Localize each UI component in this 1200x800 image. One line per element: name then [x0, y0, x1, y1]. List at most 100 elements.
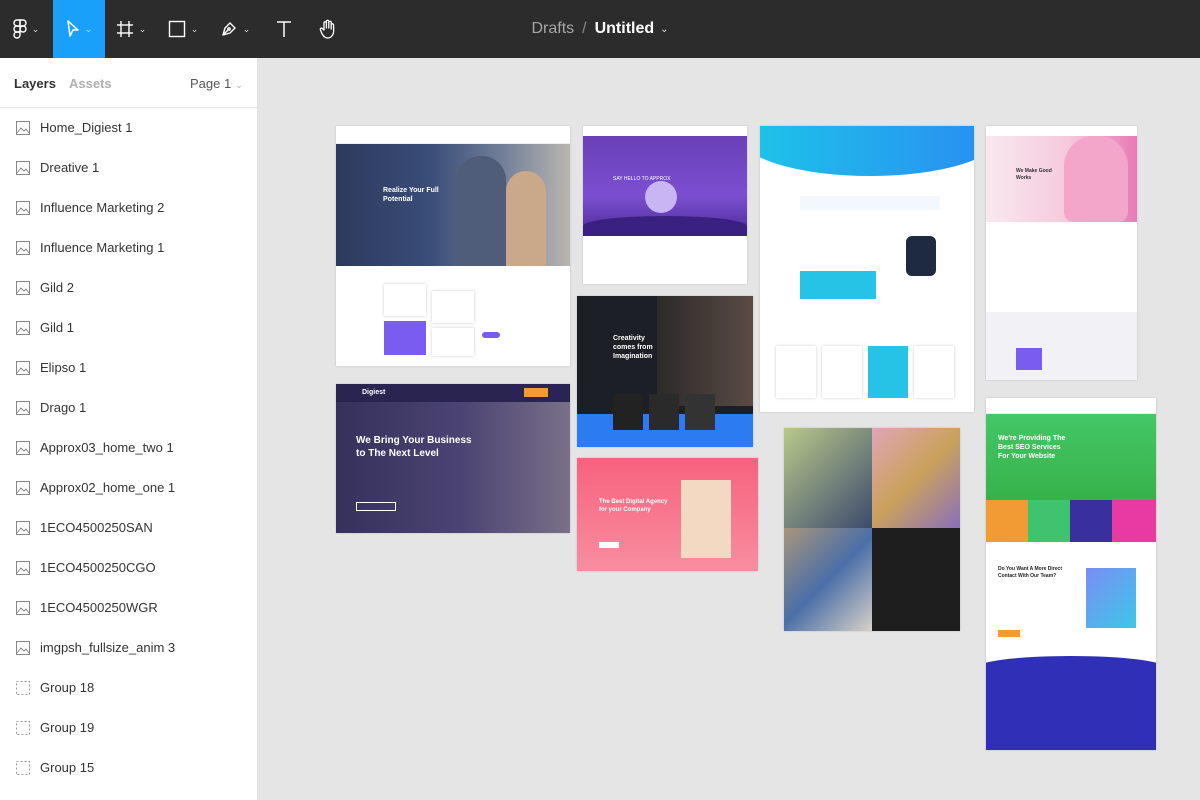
layer-item[interactable]: Dreative 1: [0, 148, 257, 188]
layer-item[interactable]: imgpsh_fullsize_anim 3: [0, 628, 257, 668]
frame-hero-title: Creativity comes from Imagination: [613, 335, 653, 360]
frame-elipso[interactable]: We Make Good Works: [986, 126, 1137, 380]
layer-name: 1ECO4500250CGO: [40, 560, 156, 575]
layer-item[interactable]: Approx02_home_one 1: [0, 468, 257, 508]
frame-footer: [986, 670, 1156, 750]
shape-tool-button[interactable]: ⌄: [158, 0, 208, 58]
frame-hero-photo: [681, 480, 731, 558]
group-icon: [16, 721, 30, 735]
layer-name: Gild 2: [40, 280, 74, 295]
frame-dreative[interactable]: Creativity comes from Imagination: [577, 296, 753, 447]
layer-item[interactable]: Group 15: [0, 748, 257, 788]
frame-hero-person: [506, 171, 546, 266]
frame-service-tile: [986, 500, 1028, 542]
layer-item[interactable]: Influence Marketing 2: [0, 188, 257, 228]
frame-nav-bar: [986, 398, 1156, 414]
frame-drago[interactable]: [784, 428, 960, 631]
frame-cta-button: [482, 332, 500, 338]
frame-tool-button[interactable]: ⌄: [106, 0, 156, 58]
layer-item[interactable]: Group 19: [0, 708, 257, 748]
layer-name: 1ECO4500250SAN: [40, 520, 153, 535]
chevron-down-icon: ⌄: [235, 80, 243, 90]
toolbar: ⌄ ⌄ ⌄ ⌄ ⌄ Drafts / Untitled ⌄: [0, 0, 1200, 58]
frame-digiest-business[interactable]: Digiest We Bring Your Business to The Ne…: [336, 384, 570, 533]
chevron-down-icon: ⌄: [138, 23, 147, 34]
breadcrumb-drafts[interactable]: Drafts: [531, 20, 574, 38]
frame-cta-button: [356, 502, 396, 511]
frame-feature-card-active: [384, 321, 426, 355]
frame-hero-title: We're Providing The Best SEO Services Fo…: [998, 435, 1066, 460]
layer-name: Group 18: [40, 680, 95, 695]
text-tool-button[interactable]: [264, 0, 304, 58]
frame-agency[interactable]: The Best Digital Agency for your Company: [577, 458, 758, 571]
layer-name: imgpsh_fullsize_anim 3: [40, 640, 176, 655]
image-icon: [16, 561, 30, 575]
layer-name: Gild 1: [40, 320, 74, 335]
page-selector-label: Page 1: [190, 76, 232, 91]
frame-logo: Digiest: [362, 389, 386, 396]
image-icon: [16, 281, 30, 295]
layer-name: Dreative 1: [40, 160, 100, 175]
layer-item[interactable]: Drago 1: [0, 388, 257, 428]
chevron-down-icon: ⌄: [31, 23, 40, 34]
frame-service-tile: [1028, 500, 1070, 542]
layer-item[interactable]: Elipso 1: [0, 348, 257, 388]
image-icon: [16, 201, 30, 215]
frame-cta-button: [998, 630, 1020, 637]
figma-logo-icon: [13, 19, 27, 39]
frame-hero-title: The Best Digital Agency for your Company: [599, 499, 668, 513]
tab-assets[interactable]: Assets: [69, 76, 112, 91]
hand-tool-button[interactable]: [308, 0, 348, 58]
frame-home-digiest[interactable]: Realize Your Full Potential: [336, 126, 570, 366]
frame-contact-title: Do You Want A More Direct Contact With O…: [998, 566, 1062, 579]
image-icon: [16, 321, 30, 335]
frame-cta-button: [599, 542, 619, 548]
frame-team-card: [914, 346, 954, 398]
layer-item[interactable]: Influence Marketing 1: [0, 228, 257, 268]
layer-item[interactable]: 1ECO4500250CGO: [0, 548, 257, 588]
move-tool-button[interactable]: ⌄: [53, 0, 105, 58]
layer-item[interactable]: Gild 1: [0, 308, 257, 348]
frame-service-card: [613, 394, 643, 430]
chevron-down-icon: ⌄: [190, 23, 199, 34]
layer-name: Drago 1: [40, 400, 87, 415]
frame-nav-button: [524, 388, 548, 397]
frame-purple-card: [1016, 348, 1042, 370]
layer-item[interactable]: Approx03_home_two 1: [0, 428, 257, 468]
frame-stats-row: [800, 196, 940, 210]
chevron-down-icon[interactable]: ⌄: [660, 24, 668, 35]
pen-tool-button[interactable]: ⌄: [210, 0, 260, 58]
image-icon: [16, 361, 30, 375]
layer-item[interactable]: Home_Digiest 1: [0, 108, 257, 148]
frame-tablet-photo: [784, 428, 872, 528]
frame-dark-grid: [872, 528, 960, 631]
layer-item[interactable]: 1ECO4500250WGR: [0, 588, 257, 628]
tab-layers[interactable]: Layers: [14, 76, 56, 91]
frame-gild[interactable]: [760, 126, 974, 412]
frame-hash-icon: [116, 21, 133, 37]
layer-item[interactable]: Gild 2: [0, 268, 257, 308]
layer-item[interactable]: Group 18: [0, 668, 257, 708]
layer-name: Influence Marketing 2: [40, 200, 165, 215]
frame-hero-title: SAY HELLO TO APPROX: [613, 176, 671, 182]
frame-service-tile: [1112, 500, 1156, 542]
layer-item[interactable]: 1ECO4500250SAN: [0, 508, 257, 548]
design-canvas[interactable]: Realize Your Full Potential SAY HELLO TO…: [258, 58, 1200, 800]
layer-name: Influence Marketing 1: [40, 240, 165, 255]
frame-seo[interactable]: We're Providing The Best SEO Services Fo…: [986, 398, 1156, 750]
image-icon: [16, 401, 30, 415]
frame-feature-card: [384, 284, 426, 316]
frame-approx[interactable]: SAY HELLO TO APPROX: [583, 126, 747, 284]
frame-hero-title: Realize Your Full Potential: [383, 187, 439, 203]
panel-tabs: Layers Assets Page 1 ⌄: [0, 58, 257, 108]
main-menu-button[interactable]: ⌄: [0, 0, 52, 58]
document-title[interactable]: Untitled: [595, 20, 655, 38]
image-icon: [16, 161, 30, 175]
frame-hills: [583, 216, 747, 236]
page-selector[interactable]: Page 1 ⌄: [190, 76, 243, 91]
layer-name: Approx03_home_two 1: [40, 440, 174, 455]
pointer-icon: [66, 20, 79, 37]
frame-feature-band: [800, 271, 876, 299]
frame-feature-card: [432, 328, 474, 356]
text-t-icon: [277, 21, 291, 37]
